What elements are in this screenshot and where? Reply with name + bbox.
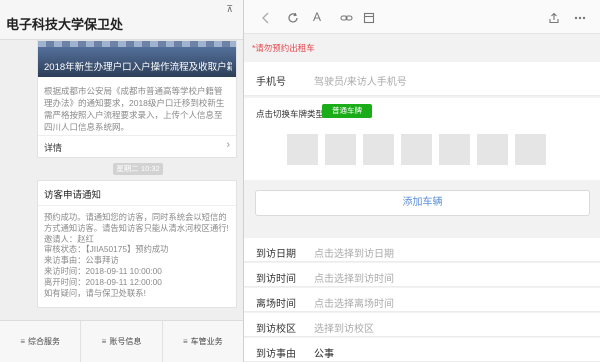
chat-header: 电子科技大学保卫处 ⊼ — [0, 0, 243, 40]
menu-label: 账号信息 — [109, 337, 142, 346]
reason-row[interactable]: 到访事由 公事 — [244, 338, 600, 362]
notice-line: 来访事由：公事拜访 — [44, 255, 119, 266]
link-icon[interactable] — [340, 12, 353, 24]
menu-comprehensive-service[interactable]: ≡ 综合服务 — [0, 321, 82, 362]
menu-icon: ≡ — [20, 337, 25, 346]
field-label: 离场时间 — [256, 299, 296, 310]
bottom-menu: ≡ 综合服务 ≡ 账号信息 ≡ 车管业务 — [0, 320, 243, 362]
plate-section: 点击切换车牌类型 普通车牌 — [244, 98, 600, 180]
timestamp-badge: 星期二 10:32 — [113, 163, 163, 175]
field-value[interactable]: 选择到访校区 — [314, 320, 374, 335]
visit-date-row[interactable]: 到访日期 点击选择到访日期 — [244, 238, 600, 262]
add-vehicle-button[interactable]: 添加车辆 — [255, 190, 590, 216]
window-icon[interactable] — [363, 12, 375, 24]
phone-label: 手机号 — [256, 77, 286, 88]
field-value[interactable]: 公事 — [314, 345, 334, 360]
share-icon[interactable] — [548, 12, 560, 24]
chevron-right-icon: › — [226, 139, 230, 151]
more-icon[interactable] — [573, 12, 587, 24]
plate-char-box[interactable] — [439, 134, 470, 165]
taxi-warning: *请勿预约出租车 — [252, 43, 315, 53]
notice-line: 离开时间：2018-09-11 12:00:00 — [44, 276, 162, 287]
chat-panel: 电子科技大学保卫处 ⊼ 2018年新生办理户口入户操作流程及收取户籍资料... … — [0, 0, 243, 362]
news-card[interactable]: 2018年新生办理户口入户操作流程及收取户籍资料... 根据成都市公安局《成都市… — [37, 40, 237, 158]
menu-label: 车管业务 — [190, 337, 223, 346]
notice-line: 邀请人：赵红 — [44, 233, 94, 244]
notice-line: 如有疑问，请与保卫处联系! — [44, 287, 146, 298]
menu-icon: ≡ — [182, 337, 188, 346]
field-value[interactable]: 点击选择到访日期 — [314, 245, 394, 260]
leave-time-row[interactable]: 离场时间 点击选择离场时间 — [244, 288, 600, 312]
field-value[interactable]: 点击选择离场时间 — [314, 295, 394, 310]
plate-char-box[interactable] — [477, 134, 508, 165]
phone-row: 手机号 驾驶员/来访人手机号 — [244, 62, 600, 96]
plate-char-box[interactable] — [363, 134, 394, 165]
plate-char-box[interactable] — [325, 134, 356, 165]
notice-body: 预约成功。请通知您的访客，同时系统会以短信的方式通知访客。请告知访客只能从清水河… — [38, 206, 236, 304]
field-label: 到访校区 — [256, 324, 296, 335]
news-banner: 2018年新生办理户口入户操作流程及收取户籍资料... — [38, 41, 236, 77]
chat-title: 电子科技大学保卫处 — [6, 17, 124, 32]
browser-toolbar: A — [244, 0, 600, 34]
plate-char-box[interactable] — [401, 134, 432, 165]
plate-char-box[interactable] — [287, 134, 318, 165]
plate-type-label: 点击切换车牌类型 — [256, 109, 325, 119]
font-size-icon[interactable]: A — [313, 10, 321, 24]
refresh-icon[interactable] — [287, 12, 299, 24]
field-label: 到访事由 — [256, 349, 296, 360]
plate-char-box[interactable] — [515, 134, 546, 165]
notice-line: 来访时间：2018-09-11 10:00:00 — [44, 265, 162, 276]
news-detail-label: 详情 — [44, 143, 63, 153]
news-banner-title: 2018年新生办理户口入户操作流程及收取户籍资料... — [44, 62, 232, 73]
news-detail-link[interactable]: 详情 › — [38, 135, 236, 157]
field-label: 到访日期 — [256, 249, 296, 260]
phone-input[interactable]: 驾驶员/来访人手机号 — [314, 73, 407, 88]
news-summary: 根据成都市公安局《成都市普通高等学校户籍管理办法》的通知要求，2018级户口迁移… — [44, 86, 225, 132]
plate-type-button[interactable]: 普通车牌 — [322, 104, 372, 118]
menu-account-info[interactable]: ≡ 账号信息 — [81, 321, 163, 362]
notice-line: 预约成功。请通知您的访客，同时系统会以短信的方式通知访客。请告知访客只能从清水河… — [44, 212, 229, 233]
notice-heading: 访客申请通知 — [38, 181, 236, 206]
back-icon[interactable] — [260, 12, 272, 24]
campus-row[interactable]: 到访校区 选择到访校区 — [244, 313, 600, 337]
pin-icon[interactable]: ⊼ — [226, 4, 233, 15]
visitor-form-window: A *请勿预约出租车 手机号 驾驶员/来访人手机号 点击切换车牌类型 普通车牌 — [243, 0, 600, 362]
menu-icon: ≡ — [101, 337, 107, 346]
visit-time-row[interactable]: 到访时间 点击选择到访时间 — [244, 263, 600, 287]
notice-line: 审核状态：【JIIA50175】预约成功 — [44, 244, 169, 255]
menu-label: 综合服务 — [28, 337, 60, 346]
field-label: 到访时间 — [256, 274, 296, 285]
plate-input-boxes — [287, 134, 546, 165]
notice-card: 访客申请通知 预约成功。请通知您的访客，同时系统会以短信的方式通知访客。请告知访… — [37, 180, 237, 308]
field-value[interactable]: 点击选择到访时间 — [314, 270, 394, 285]
menu-vehicle-service[interactable]: ≡ 车管业务 — [163, 321, 243, 362]
